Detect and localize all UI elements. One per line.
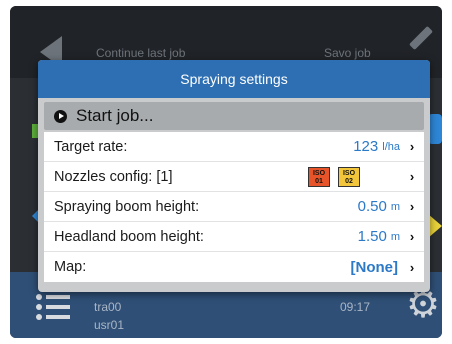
iso-badge-02: ISO 02 <box>338 166 360 187</box>
chevron-right-icon: › <box>409 199 415 214</box>
nozzles-config-row[interactable]: Nozzles config: [1] ISO 01 ISO 02 › <box>44 162 424 192</box>
right-triangle-icon <box>428 214 442 238</box>
spraying-boom-height-value: 0.50 <box>357 198 387 215</box>
nozzles-config-label: Nozzles config: [1] <box>54 168 173 185</box>
spraying-boom-height-unit: m <box>390 200 400 213</box>
spraying-boom-height-label: Spraying boom height: <box>54 198 200 215</box>
spraying-settings-dialog: Spraying settings Start job... Target ra… <box>38 60 430 292</box>
iso-badge-01: ISO 01 <box>308 166 330 187</box>
clock-time: 09:17 <box>340 300 371 314</box>
right-status-marker <box>428 114 442 144</box>
chevron-right-icon: › <box>409 229 415 244</box>
headland-boom-height-value: 1.50 <box>357 228 387 245</box>
continue-job-label[interactable]: Continue last job <box>96 46 185 60</box>
headland-boom-height-unit: m <box>390 230 400 243</box>
map-label: Map: <box>54 259 87 275</box>
gear-icon[interactable]: ⚙ <box>406 286 440 324</box>
start-job-button[interactable]: Start job... <box>44 102 424 130</box>
save-job-label[interactable]: Savo job <box>324 46 371 60</box>
target-rate-label: Target rate: <box>54 138 128 155</box>
headland-boom-height-row[interactable]: Headland boom height: 1.50 m › <box>44 222 424 252</box>
dialog-title: Spraying settings <box>38 60 430 98</box>
start-job-label: Start job... <box>76 106 154 125</box>
nozzle-badges: ISO 01 ISO 02 <box>308 166 360 187</box>
user-id: usr01 <box>94 318 125 332</box>
chevron-right-icon: › <box>409 259 415 275</box>
target-rate-row[interactable]: Target rate: 123 l/ha › <box>44 132 424 162</box>
chevron-right-icon: › <box>409 139 415 154</box>
headland-boom-height-label: Headland boom height: <box>54 228 204 245</box>
list-icon[interactable] <box>36 294 70 320</box>
spraying-boom-height-row[interactable]: Spraying boom height: 0.50 m › <box>44 192 424 222</box>
map-value: [None] <box>350 258 399 276</box>
chevron-right-icon: › <box>409 169 415 184</box>
target-rate-value: 123 <box>353 138 379 155</box>
play-circle-icon <box>54 109 67 123</box>
settings-list: Target rate: 123 l/ha › Nozzles config: … <box>44 132 424 282</box>
target-rate-unit: l/ha <box>382 140 400 153</box>
tractor-id: tra00 <box>94 300 122 314</box>
map-row[interactable]: Map: [None] › <box>44 252 424 282</box>
